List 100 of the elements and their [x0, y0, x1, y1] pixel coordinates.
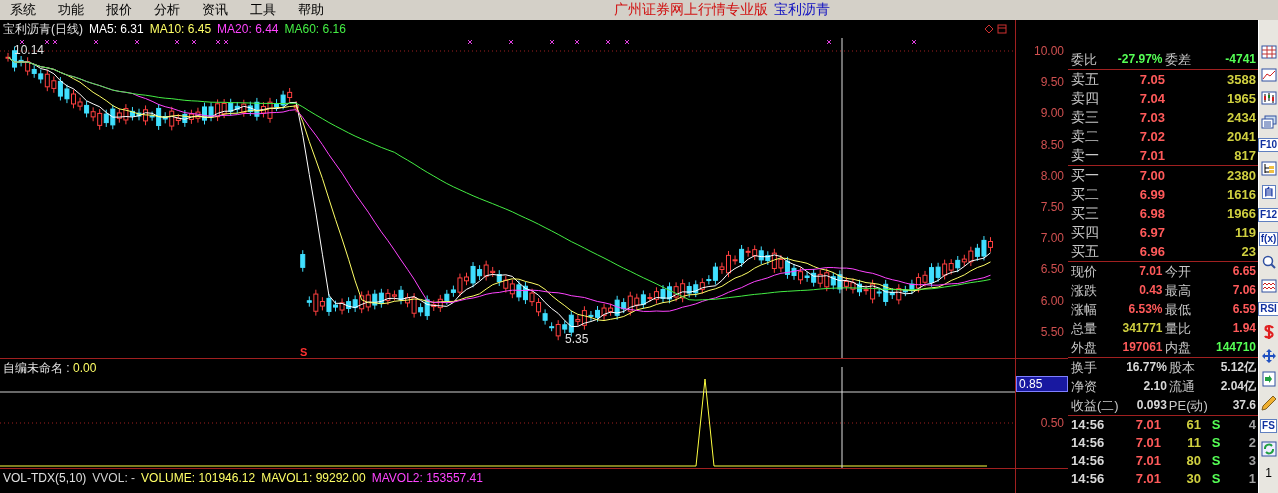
toolbar-button[interactable]: F12: [1257, 208, 1278, 223]
low-price-label: 5.35: [565, 332, 589, 346]
toolbar-button[interactable]: FS: [1260, 418, 1277, 433]
windows-icon[interactable]: [1260, 114, 1277, 129]
volume-reading: MAVOL2: 153557.41: [371, 471, 483, 485]
quote-value: 16.77%: [1125, 359, 1167, 376]
order-volume: 1616: [1226, 186, 1256, 204]
quote-value: 7.06: [1231, 282, 1256, 299]
order-volume: 1966: [1226, 205, 1256, 223]
moving-average-reading: MA60: 6.16: [284, 22, 346, 36]
trade-count: 4: [1247, 416, 1256, 434]
order-price: 6.96: [1138, 243, 1165, 261]
dollar-icon[interactable]: [1262, 324, 1275, 341]
quote-label: 内盘: [1164, 339, 1191, 357]
price-axis-label: 9.00: [1040, 106, 1064, 121]
toolbar-button[interactable]: F10: [1257, 138, 1278, 153]
order-level-label: 卖四: [1071, 89, 1100, 108]
quote-label: 现价: [1071, 263, 1097, 281]
trade-price: 7.01: [1134, 416, 1161, 434]
quote-label: 流通: [1168, 378, 1196, 396]
order-volume: 817: [1233, 147, 1256, 165]
trade-volume: 61: [1185, 416, 1201, 434]
order-price: 6.97: [1138, 224, 1165, 242]
quote-label: 净资: [1071, 378, 1098, 396]
quote-value: 0.43: [1138, 282, 1163, 299]
quote-label: 涨幅: [1071, 301, 1097, 319]
trade-volume: 30: [1185, 470, 1201, 488]
menu-item[interactable]: 报价: [106, 1, 132, 19]
chart-title: 宝利沥青(日线): [3, 20, 83, 38]
search-icon[interactable]: [1260, 254, 1277, 270]
toolbar-button[interactable]: RSI: [1258, 302, 1278, 316]
quote-label: 委比: [1071, 51, 1097, 69]
menu-item[interactable]: 资讯: [202, 1, 228, 19]
trade-side: S: [1210, 416, 1222, 434]
order-price: 7.03: [1138, 109, 1165, 127]
menu-item[interactable]: 系统: [10, 1, 36, 19]
trade-volume: 11: [1186, 434, 1201, 452]
trade-price: 7.01: [1134, 452, 1161, 470]
quote-value: 6.53%: [1127, 301, 1163, 318]
order-volume: 23: [1240, 243, 1256, 261]
candlestick-icon[interactable]: [1260, 91, 1277, 106]
price-axis-label: 10.00: [1033, 44, 1064, 58]
price-axis-label: 7.50: [1040, 200, 1064, 214]
price-axis-label: 5.50: [1040, 324, 1064, 339]
quote-label: 涨跌: [1071, 282, 1097, 300]
sell-signal-label: S: [300, 346, 308, 358]
move-arrows-icon[interactable]: [1260, 347, 1277, 364]
moving-average-reading: MA10: 6.45: [149, 22, 212, 36]
price-axis-label: 6.00: [1040, 293, 1064, 308]
order-price: 7.05: [1138, 71, 1165, 89]
menu-item[interactable]: 帮助: [298, 1, 324, 19]
quote-label: 最低: [1164, 301, 1191, 319]
price-axis-label: 7.00: [1040, 231, 1064, 246]
order-volume: 1965: [1226, 90, 1256, 108]
refresh-icon[interactable]: [1260, 441, 1277, 458]
menu-item[interactable]: 功能: [58, 1, 84, 19]
quote-label: 外盘: [1071, 339, 1097, 357]
order-price: 6.99: [1138, 186, 1165, 204]
quote-label: 总量: [1071, 320, 1097, 338]
quote-label: 今开: [1164, 263, 1191, 281]
order-level-label: 买一: [1071, 166, 1100, 185]
arrow-into-panel-icon[interactable]: [1261, 371, 1276, 388]
quote-label: 股本: [1168, 359, 1196, 377]
toolbar-button[interactable]: 1: [1265, 465, 1272, 480]
grid-icon[interactable]: [1260, 44, 1277, 59]
window-icon[interactable]: [997, 24, 1007, 34]
price-axis-label: 6.50: [1040, 262, 1064, 277]
order-level-label: 卖五: [1071, 70, 1100, 89]
quote-value: 0.093: [1135, 397, 1167, 414]
volume-reading: VOLUME: 101946.12: [141, 471, 256, 485]
quote-value: 37.6: [1231, 397, 1256, 414]
trade-time: 14:56: [1071, 452, 1106, 470]
high-price-label: 10.14: [14, 43, 45, 57]
quote-label: 量比: [1164, 320, 1191, 338]
quote-value: 6.65: [1231, 263, 1256, 280]
toolbar-button[interactable]: f(x): [1258, 231, 1278, 246]
wave-chart-icon[interactable]: [1260, 278, 1277, 293]
price-axis-label: 8.50: [1040, 137, 1064, 152]
quote-value: 144710: [1214, 339, 1256, 356]
volume-reading: MAVOL1: 99292.00: [261, 471, 366, 485]
volume-reading: VVOL: -: [92, 471, 136, 485]
quote-label: PE(动): [1168, 397, 1208, 415]
order-level-label: 卖二: [1071, 127, 1100, 146]
tree-icon[interactable]: [1260, 161, 1277, 177]
order-level-label: 买四: [1071, 223, 1100, 242]
diamond-icon[interactable]: [984, 24, 994, 34]
order-volume: 2434: [1226, 109, 1256, 127]
pencil-icon[interactable]: [1260, 394, 1277, 411]
toolbar-button[interactable]: 自: [1261, 185, 1276, 200]
line-chart-icon[interactable]: [1260, 68, 1277, 83]
quote-value: 7.01: [1138, 263, 1163, 280]
quote-value: -27.97%: [1116, 51, 1163, 68]
app-title: 广州证券网上行情专业版: [614, 1, 768, 19]
menu-item[interactable]: 分析: [154, 1, 180, 19]
trade-side: S: [1210, 452, 1222, 470]
quote-value: 197061: [1121, 339, 1163, 356]
menu-item[interactable]: 工具: [250, 1, 276, 19]
trade-price: 7.01: [1134, 434, 1161, 452]
quote-value: 2.04亿: [1219, 378, 1256, 395]
order-price: 7.02: [1138, 128, 1165, 146]
